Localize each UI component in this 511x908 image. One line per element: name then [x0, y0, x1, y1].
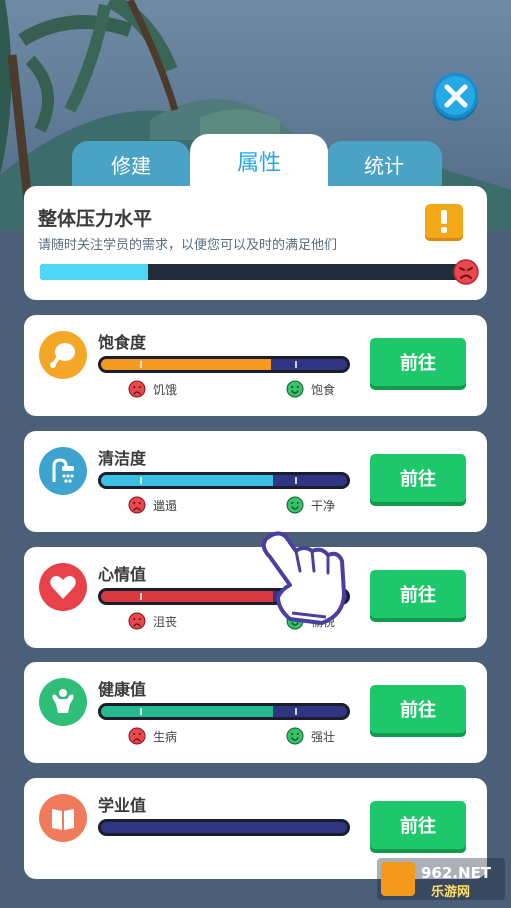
go-button[interactable]: 前往 — [370, 454, 466, 502]
attribute-name: 学业值 — [98, 796, 147, 815]
drumstick-icon — [39, 331, 87, 379]
tab-attributes[interactable]: 属性 — [190, 134, 328, 188]
svg-text:乐游网: 乐游网 — [431, 884, 470, 900]
attribute-bar-fill — [101, 475, 274, 486]
tab-build[interactable]: 修建 — [72, 141, 190, 187]
sad-face-icon — [128, 612, 146, 630]
alert-icon[interactable] — [425, 204, 463, 238]
happy-face-icon — [286, 496, 304, 514]
attribute-bar-fill — [101, 591, 274, 602]
stress-title: 整体压力水平 — [38, 208, 153, 230]
tab-statistics[interactable]: 统计 — [326, 141, 442, 187]
site-watermark-logo: 962.NET 乐游网 — [377, 858, 505, 900]
sad-face-icon — [128, 496, 146, 514]
attribute-bar — [98, 472, 350, 489]
low-state-label: 饥饿 — [128, 380, 177, 398]
tutorial-pointer-hand — [261, 531, 346, 625]
stress-bar — [40, 264, 470, 280]
attribute-bar — [98, 703, 350, 720]
go-button[interactable]: 前往 — [370, 338, 466, 386]
angry-face-icon — [453, 259, 479, 285]
book-icon — [39, 794, 87, 842]
stress-bar-fill — [40, 264, 148, 280]
go-button[interactable]: 前往 — [370, 570, 466, 618]
low-state-label: 邋遢 — [128, 496, 177, 514]
low-state-label: 沮丧 — [128, 612, 177, 630]
low-state-label: 生病 — [128, 727, 177, 745]
close-button[interactable] — [433, 73, 478, 118]
sad-face-icon — [128, 727, 146, 745]
attribute-bar — [98, 819, 350, 836]
attribute-bar — [98, 356, 350, 373]
svg-text:962.NET: 962.NET — [421, 864, 492, 882]
high-state-label: 干净 — [286, 496, 335, 514]
go-button[interactable]: 前往 — [370, 801, 466, 849]
attribute-name: 健康值 — [98, 680, 147, 699]
attribute-bar-fill — [101, 359, 271, 370]
happy-face-icon — [286, 727, 304, 745]
attribute-card-cleanliness: 清洁度邋遢 干净 前往 — [24, 431, 487, 532]
go-button[interactable]: 前往 — [370, 685, 466, 733]
attribute-card-health: 健康值生病 强壮 前往 — [24, 662, 487, 763]
muscle-icon — [39, 678, 87, 726]
attribute-name: 清洁度 — [98, 449, 147, 468]
sad-face-icon — [128, 380, 146, 398]
high-state-label: 饱食 — [286, 380, 335, 398]
attribute-name: 饱食度 — [98, 333, 147, 352]
close-icon — [444, 84, 467, 107]
attribute-bar-fill — [101, 706, 274, 717]
attribute-card-satiety: 饱食度饥饿 饱食 前往 — [24, 315, 487, 416]
shower-icon — [39, 447, 87, 495]
stress-subtitle: 请随时关注学员的需求，以便您可以及时的满足他们 — [38, 238, 338, 253]
stress-panel: 整体压力水平 请随时关注学员的需求，以便您可以及时的满足他们 — [24, 186, 487, 300]
high-state-label: 强壮 — [286, 727, 335, 745]
attribute-name: 心情值 — [98, 565, 147, 584]
heart-icon — [39, 563, 87, 611]
happy-face-icon — [286, 380, 304, 398]
